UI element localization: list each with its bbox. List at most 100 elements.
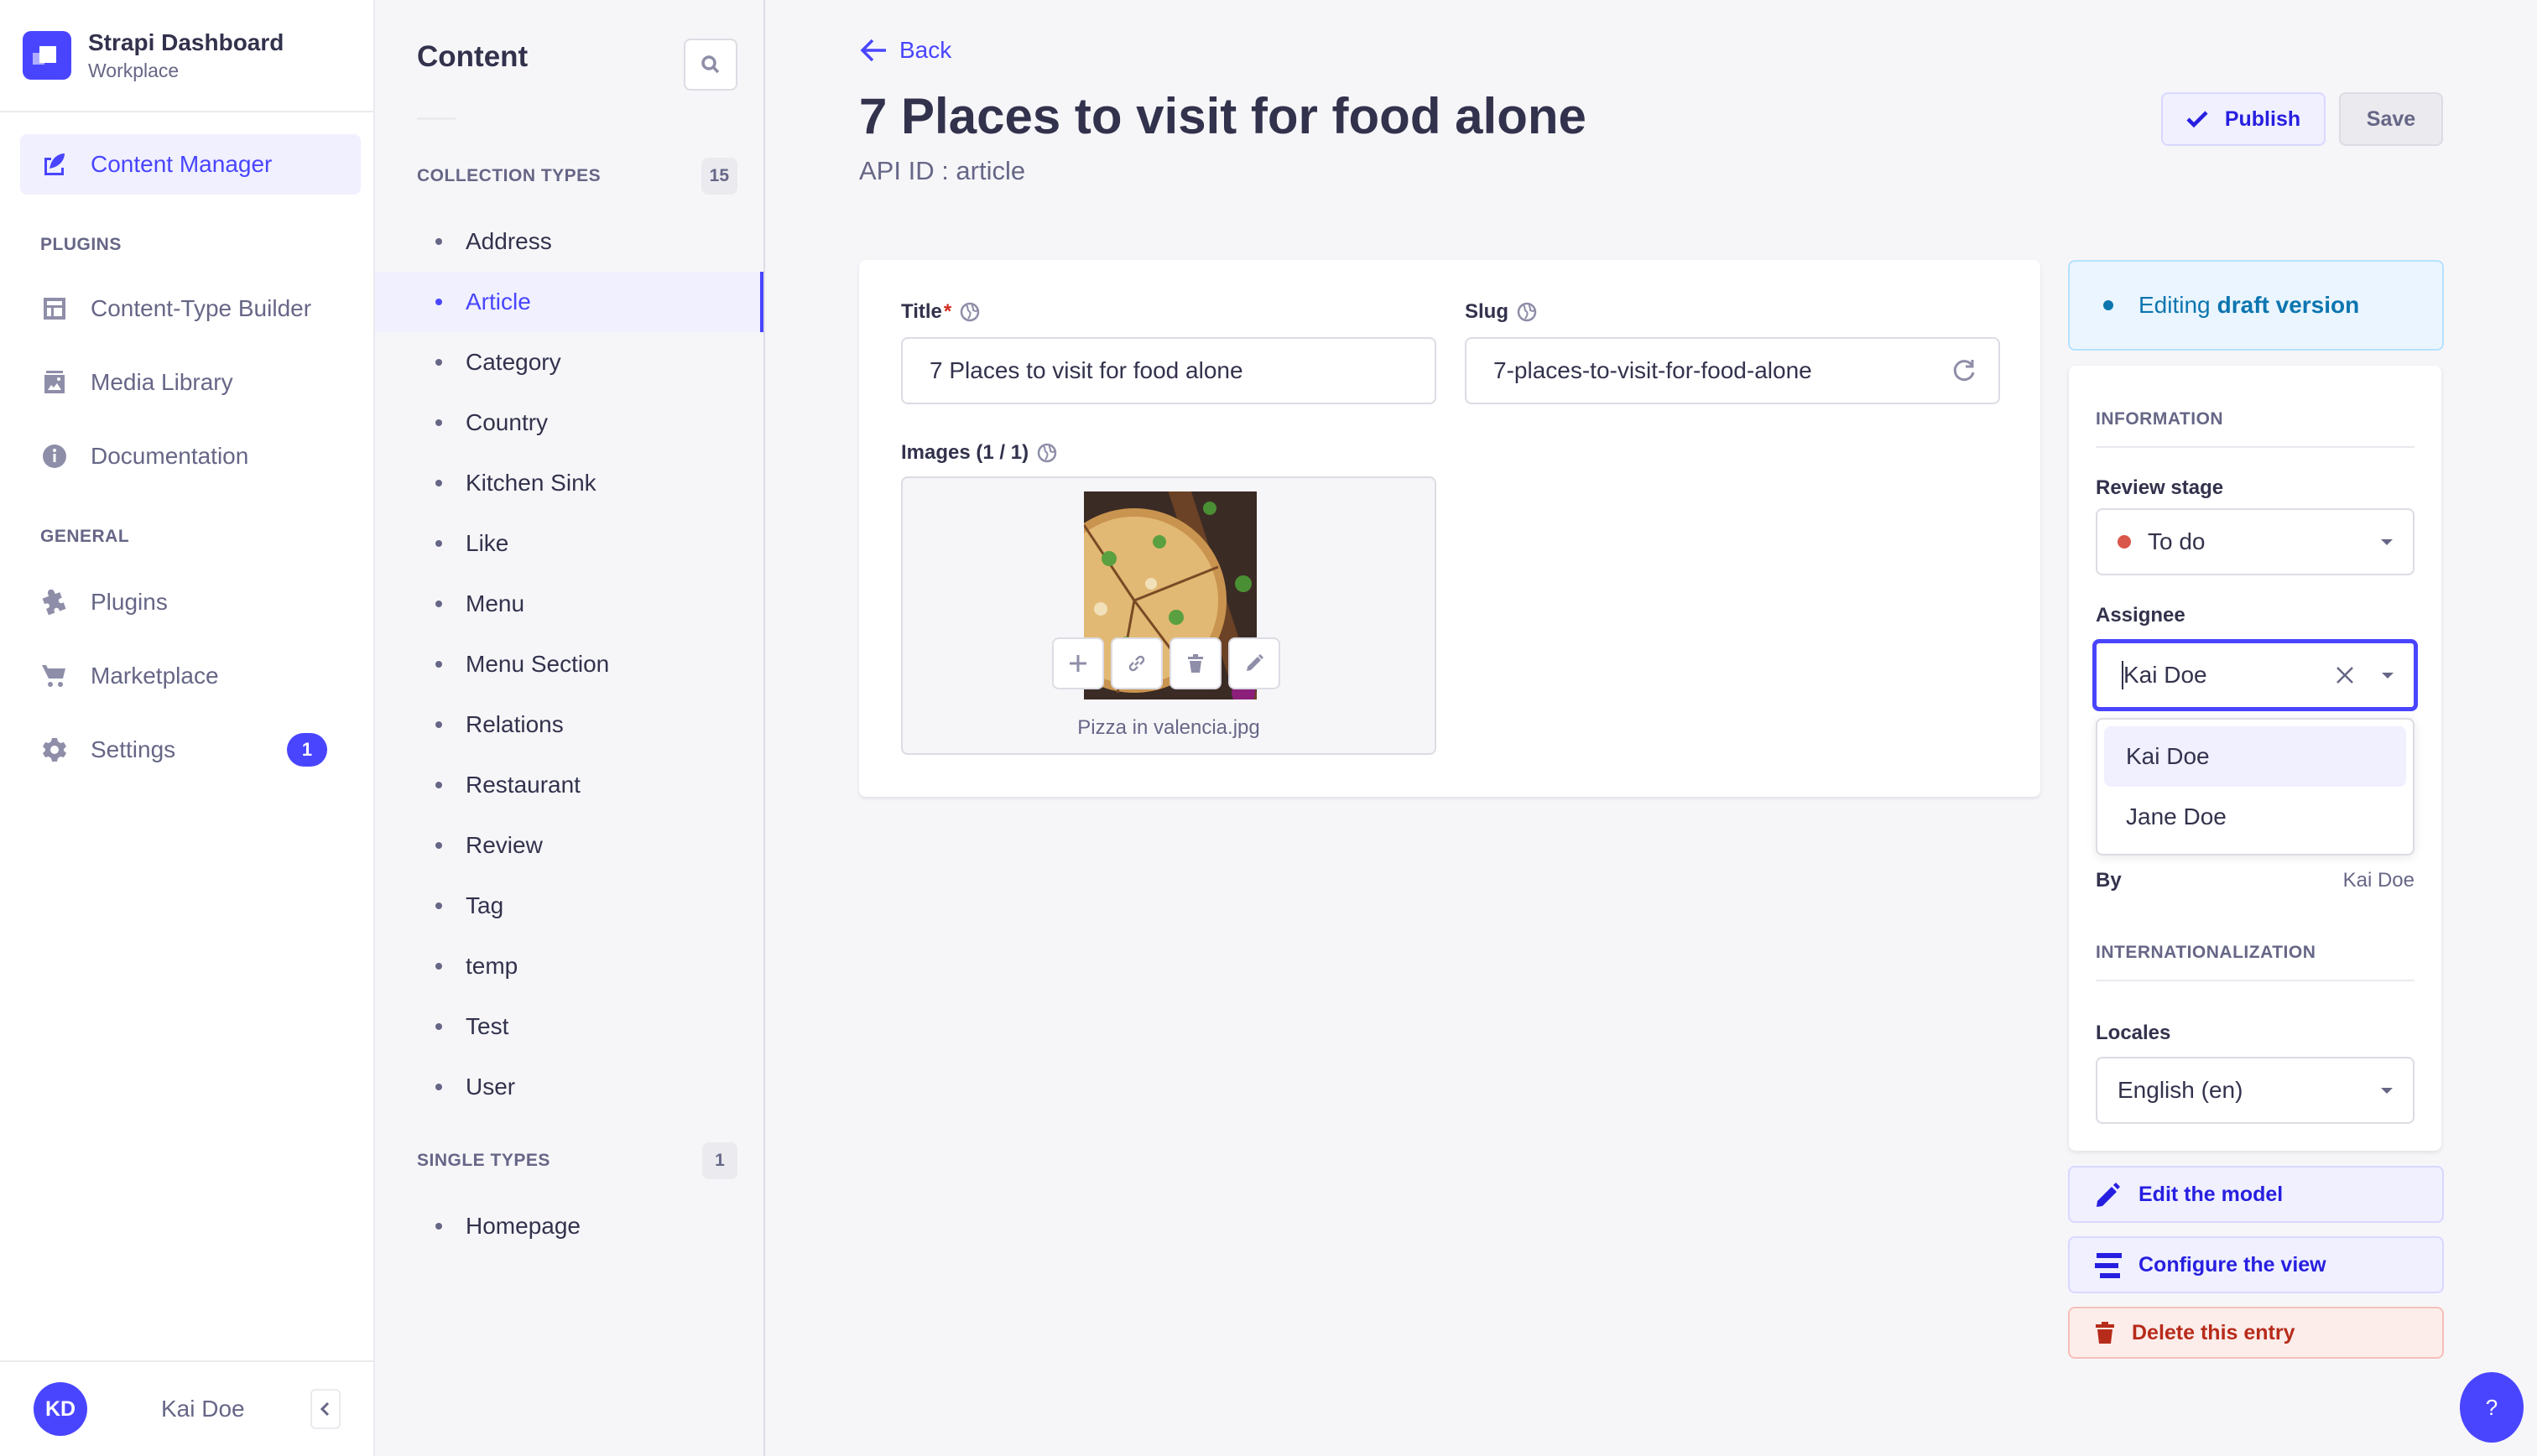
assignee-combobox[interactable]: Kai Doe [2092, 639, 2418, 711]
assignee-option[interactable]: Kai Doe [2104, 726, 2406, 787]
item-label: Relations [466, 711, 564, 737]
item-label: Test [466, 1013, 509, 1039]
delete-entry-button[interactable]: Delete this entry [2068, 1307, 2444, 1359]
configure-view-button[interactable]: Configure the view [2068, 1236, 2444, 1293]
by-value: Kai Doe [2342, 869, 2415, 892]
collection-type-item[interactable]: Restaurant [375, 755, 763, 815]
edit-model-label: Edit the model [2138, 1182, 2284, 1206]
globe-icon [961, 302, 980, 322]
strapi-logo-icon [23, 31, 71, 80]
nav-label: Content Manager [91, 151, 273, 177]
slug-value: 7-places-to-visit-for-food-alone [1493, 357, 1812, 383]
media-field: Pizza in valencia.jpg [901, 476, 1436, 755]
review-stage-select[interactable]: To do [2096, 508, 2415, 575]
collection-type-item[interactable]: User [375, 1057, 763, 1117]
add-media-button[interactable] [1052, 637, 1104, 689]
title-input[interactable]: 7 Places to visit for food alone [901, 337, 1436, 404]
item-label: Address [466, 228, 552, 254]
collection-type-item[interactable]: temp [375, 936, 763, 996]
delete-media-button[interactable] [1170, 637, 1222, 689]
collection-type-item[interactable]: Category [375, 332, 763, 393]
item-label: Like [466, 530, 509, 556]
configure-view-label: Configure the view [2138, 1252, 2326, 1277]
collection-type-item[interactable]: Address [375, 211, 763, 272]
pencil-icon [2097, 1183, 2120, 1207]
user-name[interactable]: Kai Doe [161, 1396, 245, 1422]
bullet [435, 842, 442, 849]
layout-icon [40, 294, 69, 323]
locales-value: English (en) [2118, 1077, 2243, 1103]
bullet [435, 1023, 442, 1030]
nav-media-library[interactable]: Media Library [20, 352, 361, 413]
collection-type-item[interactable]: Country [375, 393, 763, 453]
cart-icon [40, 662, 69, 690]
caret-down-icon[interactable] [2382, 672, 2394, 679]
puzzle-icon [40, 588, 69, 616]
plus-icon [1070, 655, 1086, 672]
bullet [435, 359, 442, 366]
bullet [435, 1084, 442, 1090]
copy-link-button[interactable] [1111, 637, 1163, 689]
avatar[interactable]: KD [34, 1382, 87, 1436]
gear-icon [40, 736, 69, 764]
publish-button[interactable]: Publish [2161, 92, 2326, 146]
assignee-value: Kai Doe [2123, 662, 2207, 688]
subnav-title: Content [417, 40, 529, 73]
clear-icon[interactable] [2335, 665, 2355, 685]
bullet [435, 1223, 442, 1230]
item-label: Article [466, 289, 531, 315]
single-types-header[interactable]: SINGLE TYPES 1 [417, 1142, 737, 1179]
assignee-option[interactable]: Jane Doe [2104, 787, 2406, 847]
nav-marketplace[interactable]: Marketplace [20, 646, 361, 706]
info-icon [40, 442, 69, 471]
slug-input[interactable]: 7-places-to-visit-for-food-alone [1465, 337, 2000, 404]
back-link[interactable]: Back [859, 37, 951, 64]
collection-type-item[interactable]: Menu [375, 574, 763, 634]
nav-settings[interactable]: Settings 1 [20, 720, 361, 780]
review-stage-value: To do [2148, 528, 2206, 554]
publish-label: Publish [2224, 107, 2301, 131]
collection-type-item[interactable]: Like [375, 513, 763, 574]
feather-edit-icon [40, 150, 69, 179]
collection-types-count: 15 [701, 158, 737, 195]
nav-plugins[interactable]: Plugins [20, 572, 361, 632]
nav-content-manager[interactable]: Content Manager [20, 134, 361, 195]
image-filename: Pizza in valencia.jpg [1077, 716, 1260, 739]
trash-icon [2096, 1322, 2114, 1344]
media-actions [1052, 637, 1280, 689]
nav-content-type-builder[interactable]: Content-Type Builder [20, 278, 361, 339]
collection-types-header[interactable]: COLLECTION TYPES 15 [417, 158, 737, 195]
bullet [435, 902, 442, 909]
locales-select[interactable]: English (en) [2096, 1057, 2415, 1124]
nav-documentation[interactable]: Documentation [20, 426, 361, 486]
collection-type-item[interactable]: Review [375, 815, 763, 876]
collection-type-item[interactable]: Menu Section [375, 634, 763, 694]
content-subnav: Content COLLECTION TYPES 15 Address Artic… [375, 0, 765, 1456]
collapse-nav-button[interactable] [310, 1389, 341, 1429]
collection-type-item[interactable]: Tag [375, 876, 763, 936]
globe-icon [1037, 443, 1057, 463]
caret-down-icon [2381, 1087, 2393, 1094]
nav-label: Settings [91, 736, 176, 762]
collection-type-item[interactable]: Relations [375, 694, 763, 755]
search-button[interactable] [684, 39, 737, 91]
edit-form: Title * 7 Places to visit for food alone … [859, 260, 2040, 797]
search-icon [701, 55, 720, 74]
collection-type-item[interactable]: Kitchen Sink [375, 453, 763, 513]
bullet [435, 661, 442, 668]
edit-media-button[interactable] [1228, 637, 1280, 689]
bullet [435, 540, 442, 547]
slug-label-text: Slug [1465, 300, 1508, 323]
status-dot [2103, 300, 2113, 310]
save-button[interactable]: Save [2339, 92, 2443, 146]
single-type-item-homepage[interactable]: Homepage [375, 1196, 763, 1256]
edit-model-button[interactable]: Edit the model [2068, 1166, 2444, 1223]
i18n-heading: INTERNATIONALIZATION [2096, 943, 2316, 962]
item-label: Restaurant [466, 772, 581, 798]
slug-label: Slug [1465, 300, 1537, 324]
regenerate-icon[interactable] [1951, 358, 1977, 383]
help-button[interactable]: ? [2460, 1372, 2524, 1443]
draft-prefix: Editing [2138, 292, 2211, 318]
collection-type-item[interactable]: Article [375, 272, 763, 332]
collection-type-item[interactable]: Test [375, 996, 763, 1057]
